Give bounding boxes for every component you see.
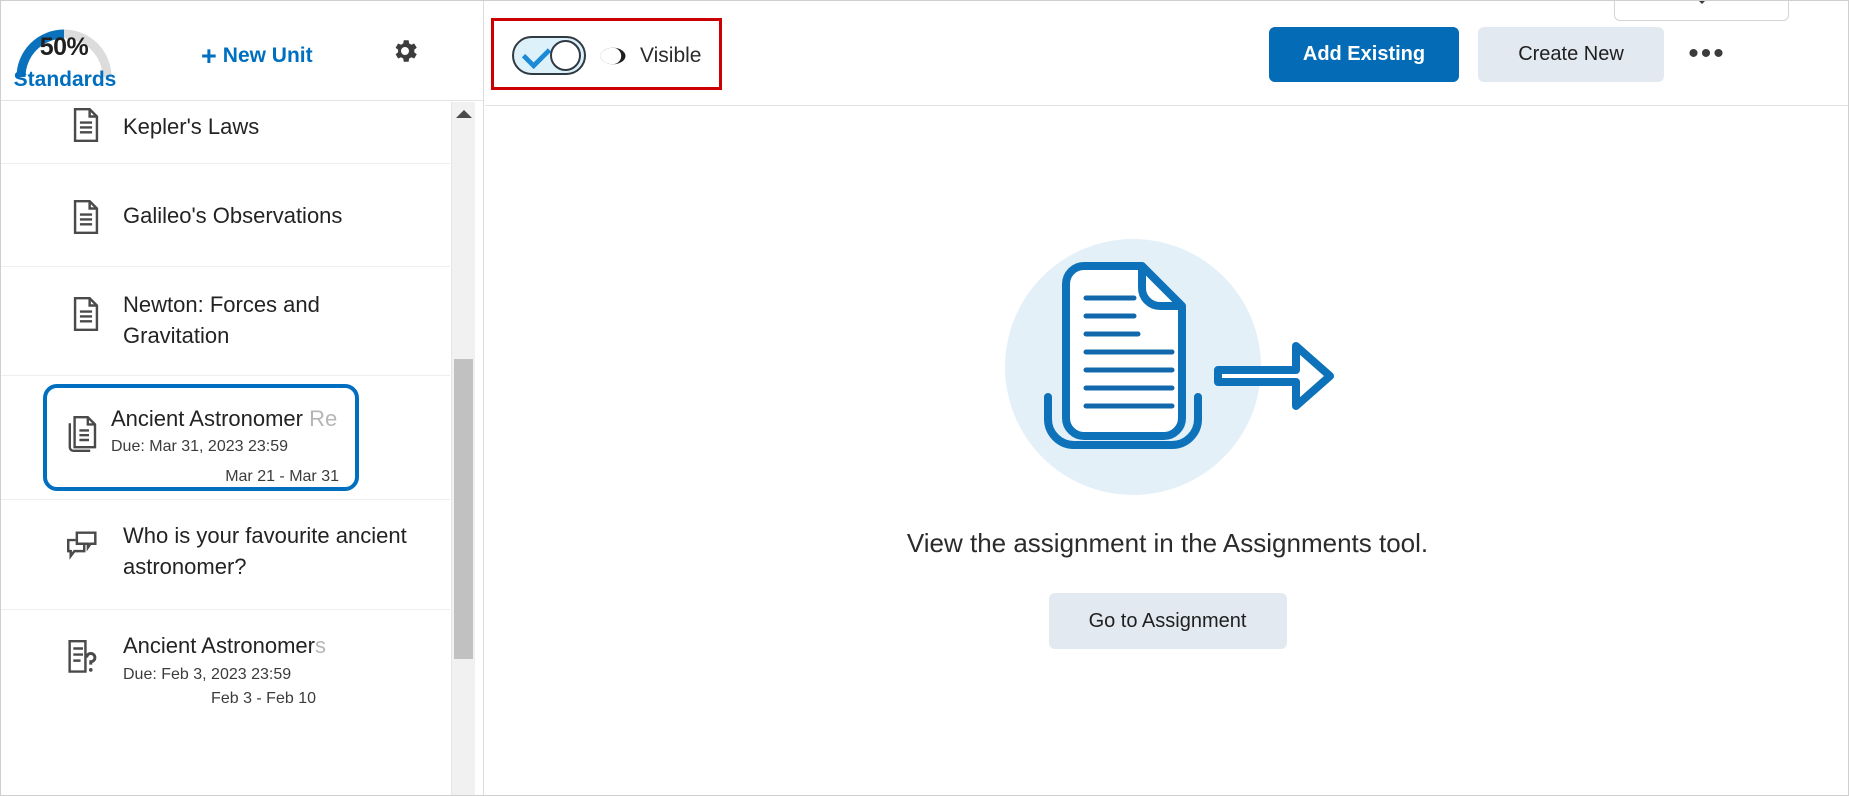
- list-item[interactable]: Galileo's Observations: [1, 164, 450, 267]
- toggle-knob: [550, 40, 581, 71]
- list-item[interactable]: Who is your favourite ancient astronomer…: [1, 500, 450, 610]
- list-item-title: Ancient Astronomers: [63, 628, 426, 664]
- caret-up-icon[interactable]: [455, 110, 472, 118]
- assignment-icon: [67, 416, 99, 452]
- list-item[interactable]: Newton: Forces and Gravitation: [1, 267, 450, 376]
- content-file-icon: [71, 200, 101, 234]
- standards-progress-gauge: 50% Standards: [9, 11, 119, 91]
- checkmark-icon: [521, 39, 552, 70]
- discussion-glyph: [67, 531, 97, 560]
- title-truncated: Re: [309, 406, 338, 431]
- gear-icon[interactable]: [390, 36, 420, 66]
- title-main: Ancient Astronomer: [123, 633, 315, 658]
- visibility-toggle-group[interactable]: Visible: [512, 36, 701, 75]
- app-window: 50% Standards + New Unit Kepler's Laws G…: [0, 0, 1849, 796]
- list-item-title: Galileo's Observations: [123, 203, 343, 228]
- document-export-illustration: [1004, 239, 1334, 495]
- scrollbar-thumb[interactable]: [454, 359, 473, 659]
- sidebar-header: 50% Standards + New Unit: [1, 1, 483, 101]
- title-truncated: s: [314, 633, 326, 658]
- visibility-label: Visible: [640, 43, 702, 67]
- quiz-glyph: [68, 640, 97, 673]
- new-unit-button[interactable]: + New Unit: [201, 41, 313, 71]
- content-file-icon: [71, 108, 101, 142]
- empty-state-message: View the assignment in the Assignments t…: [906, 528, 1429, 558]
- more-actions-button[interactable]: •••: [1682, 31, 1732, 77]
- chevron-down-icon: [1692, 1, 1711, 4]
- add-existing-button[interactable]: Add Existing: [1269, 27, 1459, 82]
- top-dropdown-partial[interactable]: [1614, 1, 1789, 21]
- list-item[interactable]: Kepler's Laws: [1, 102, 450, 164]
- go-to-assignment-button[interactable]: Go to Assignment: [1048, 593, 1287, 649]
- content-toolbar: Visible Add Existing Create New •••: [485, 1, 1848, 106]
- main-content-area: Visible Add Existing Create New ••• View…: [485, 1, 1848, 795]
- title-main: Ancient Astronomer: [111, 406, 310, 431]
- list-item-title: Kepler's Laws: [123, 114, 260, 139]
- list-item-date-range: Feb 3 - Feb 10: [211, 690, 316, 707]
- gauge-percent-label: 50%: [39, 33, 89, 61]
- gauge-caption: Standards: [13, 68, 117, 91]
- list-item[interactable]: Ancient Astronomers Due: Feb 3, 2023 23:…: [1, 610, 450, 720]
- list-item-due-date: Due: Feb 3, 2023 23:59: [123, 666, 292, 683]
- quiz-icon: [67, 640, 97, 674]
- file-glyph: [73, 200, 99, 234]
- sidebar-scrollbar[interactable]: [451, 102, 475, 795]
- list-item-title: Who is your favourite ancient astronomer…: [123, 523, 407, 579]
- gear-glyph: [395, 40, 417, 62]
- file-glyph: [73, 297, 99, 331]
- content-item-list[interactable]: Kepler's Laws Galileo's Observations New…: [1, 102, 450, 795]
- course-content-sidebar: 50% Standards + New Unit Kepler's Laws G…: [1, 1, 484, 795]
- visibility-toggle[interactable]: [512, 36, 586, 75]
- new-unit-label: New Unit: [222, 44, 313, 67]
- plus-icon: +: [201, 41, 217, 71]
- discussion-icon: [67, 530, 97, 564]
- create-new-button[interactable]: Create New: [1478, 27, 1664, 82]
- content-file-icon: [71, 297, 101, 331]
- eye-icon: [600, 47, 626, 64]
- assignment-empty-state: View the assignment in the Assignments t…: [485, 107, 1848, 795]
- assignment-glyph: [68, 416, 97, 452]
- list-item-date-range: Mar 21 - Mar 31: [225, 468, 339, 485]
- list-item-title: Newton: Forces and Gravitation: [123, 292, 320, 348]
- list-item[interactable]: Ancient Astronomer Re Due: Mar 31, 2023 …: [43, 384, 359, 491]
- list-item-selected-row: Ancient Astronomer Re Due: Mar 31, 2023 …: [1, 376, 450, 500]
- file-glyph: [73, 108, 99, 142]
